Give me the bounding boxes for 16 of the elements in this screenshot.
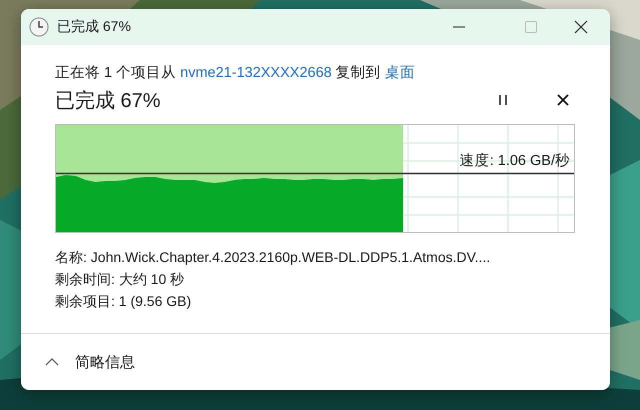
- fewer-details-button[interactable]: 简略信息: [45, 352, 135, 372]
- clock-icon: [29, 17, 49, 37]
- close-icon: [574, 20, 588, 34]
- minimize-icon: [452, 26, 466, 28]
- location-link[interactable]: nvme21-132XXXX2668: [180, 65, 332, 81]
- pause-icon: [498, 94, 508, 106]
- detail-line: 剩余项目: 1 (9.56 GB): [55, 292, 192, 311]
- detail-line: 剩余时间: 大约 10 秒: [55, 270, 184, 289]
- speed-label: 速度: 1.06 GB/秒: [460, 152, 570, 170]
- progress-status: 已完成 67%: [55, 88, 162, 114]
- window-title: 已完成 67%: [57, 18, 132, 36]
- detail-line: 名称: John.Wick.Chapter.4.2023.2160p.WEB-DL.DDP5.1.Atmos.DV....: [55, 248, 490, 267]
- close-icon: [557, 94, 569, 106]
- maximize-icon: [524, 20, 538, 34]
- copy-description: 正在将 1 个项目从 nvme21-132XXXX2668 复制到 桌面: [55, 64, 416, 82]
- location-link[interactable]: 桌面: [384, 65, 415, 81]
